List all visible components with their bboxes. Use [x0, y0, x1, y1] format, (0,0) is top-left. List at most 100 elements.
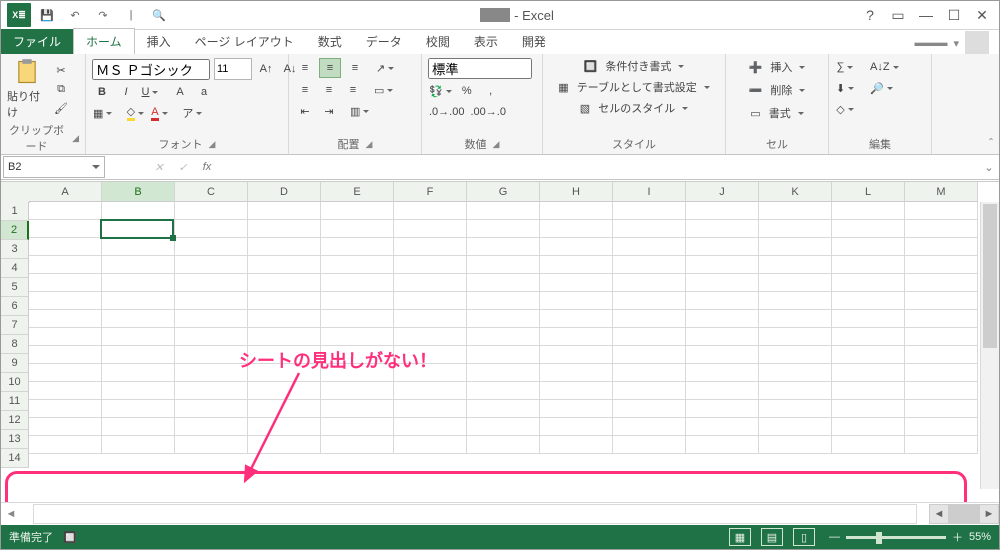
cell[interactable]: [175, 220, 248, 238]
cell[interactable]: [686, 292, 759, 310]
phonetic-button[interactable]: ア: [181, 104, 203, 122]
row-header[interactable]: 8: [1, 335, 29, 354]
cell[interactable]: [321, 256, 394, 274]
row-header[interactable]: 9: [1, 354, 29, 373]
cell[interactable]: [832, 220, 905, 238]
cell[interactable]: [467, 400, 540, 418]
cell[interactable]: [175, 346, 248, 364]
cell[interactable]: [248, 274, 321, 292]
cell[interactable]: [832, 436, 905, 454]
help-button[interactable]: ?: [857, 4, 883, 26]
cell[interactable]: [905, 436, 978, 454]
cell[interactable]: [613, 220, 686, 238]
cell[interactable]: [29, 364, 102, 382]
paste-button[interactable]: 貼り付け: [7, 58, 47, 120]
column-header[interactable]: B: [102, 182, 175, 202]
cell[interactable]: [540, 436, 613, 454]
cell[interactable]: [759, 382, 832, 400]
cell[interactable]: [613, 364, 686, 382]
tab-developer[interactable]: 開発: [510, 29, 558, 54]
format-as-table-button[interactable]: ▦ テーブルとして書式設定: [549, 79, 719, 95]
cell[interactable]: [102, 292, 175, 310]
cell[interactable]: [29, 400, 102, 418]
cell[interactable]: [759, 418, 832, 436]
autosum-button[interactable]: ∑: [835, 58, 855, 76]
cell[interactable]: [394, 310, 467, 328]
name-box[interactable]: B2: [3, 156, 105, 178]
ribbon-display-button[interactable]: ▭: [885, 4, 911, 26]
cell[interactable]: [321, 328, 394, 346]
cell[interactable]: [613, 346, 686, 364]
cells-format-button[interactable]: ▭ 書式: [732, 104, 822, 122]
decrease-decimal-button[interactable]: .00→.0: [469, 103, 506, 121]
cell[interactable]: [175, 364, 248, 382]
cell[interactable]: [321, 400, 394, 418]
cell[interactable]: [321, 436, 394, 454]
cell[interactable]: [905, 364, 978, 382]
cell[interactable]: [905, 220, 978, 238]
tab-formulas[interactable]: 数式: [306, 29, 354, 54]
cell[interactable]: [540, 382, 613, 400]
cell[interactable]: [102, 364, 175, 382]
cell[interactable]: [686, 310, 759, 328]
cell[interactable]: [686, 364, 759, 382]
format-painter-button[interactable]: 🖌: [51, 99, 71, 117]
cell[interactable]: [759, 310, 832, 328]
cell[interactable]: [759, 202, 832, 220]
macro-record-icon[interactable]: 🔲: [63, 531, 77, 544]
cell[interactable]: [832, 382, 905, 400]
cell[interactable]: [394, 274, 467, 292]
cell[interactable]: [175, 328, 248, 346]
sheet-nav-prev[interactable]: ◄: [1, 505, 21, 523]
row-header[interactable]: 2: [1, 221, 29, 240]
cell[interactable]: [540, 328, 613, 346]
cell[interactable]: [321, 274, 394, 292]
cell[interactable]: [467, 382, 540, 400]
view-page-break-button[interactable]: ▯: [793, 528, 815, 546]
tab-home[interactable]: ホーム: [73, 28, 135, 54]
increase-decimal-button[interactable]: .0→.00: [428, 103, 465, 121]
cell[interactable]: [905, 202, 978, 220]
font-name-select[interactable]: [92, 59, 210, 80]
column-header[interactable]: J: [686, 182, 759, 202]
cell[interactable]: [394, 382, 467, 400]
cell[interactable]: [613, 274, 686, 292]
cell[interactable]: [321, 292, 394, 310]
cell[interactable]: [905, 400, 978, 418]
cell[interactable]: [102, 310, 175, 328]
zoom-slider[interactable]: [846, 536, 946, 539]
minimize-button[interactable]: —: [913, 4, 939, 26]
cell[interactable]: [467, 346, 540, 364]
italic-button[interactable]: I: [116, 83, 136, 101]
cell[interactable]: [613, 310, 686, 328]
cell[interactable]: [686, 400, 759, 418]
column-header[interactable]: M: [905, 182, 978, 202]
cell[interactable]: [102, 328, 175, 346]
insert-function-button[interactable]: fx: [195, 156, 219, 178]
view-page-layout-button[interactable]: ▤: [761, 528, 783, 546]
redo-button[interactable]: ↷: [91, 3, 115, 27]
cell[interactable]: [102, 256, 175, 274]
borders-button[interactable]: ▦: [92, 104, 113, 122]
cell[interactable]: [467, 292, 540, 310]
cell[interactable]: [175, 382, 248, 400]
cell[interactable]: [540, 220, 613, 238]
view-normal-button[interactable]: ▦: [729, 528, 751, 546]
cell[interactable]: [467, 364, 540, 382]
cell[interactable]: [321, 238, 394, 256]
align-center-button[interactable]: ≡: [319, 81, 339, 99]
cell[interactable]: [394, 328, 467, 346]
cell[interactable]: [175, 310, 248, 328]
cell[interactable]: [905, 256, 978, 274]
collapse-ribbon-button[interactable]: ˆ: [989, 136, 993, 150]
cell[interactable]: [248, 382, 321, 400]
cell[interactable]: [248, 418, 321, 436]
cell[interactable]: [175, 202, 248, 220]
print-preview-button[interactable]: 🔍: [147, 3, 171, 27]
cell[interactable]: [832, 400, 905, 418]
cell[interactable]: [102, 418, 175, 436]
decrease-indent-button[interactable]: ⇤: [295, 102, 315, 120]
increase-font-alt[interactable]: A: [170, 83, 190, 101]
increase-font-button[interactable]: A↑: [256, 60, 276, 78]
cell[interactable]: [759, 364, 832, 382]
